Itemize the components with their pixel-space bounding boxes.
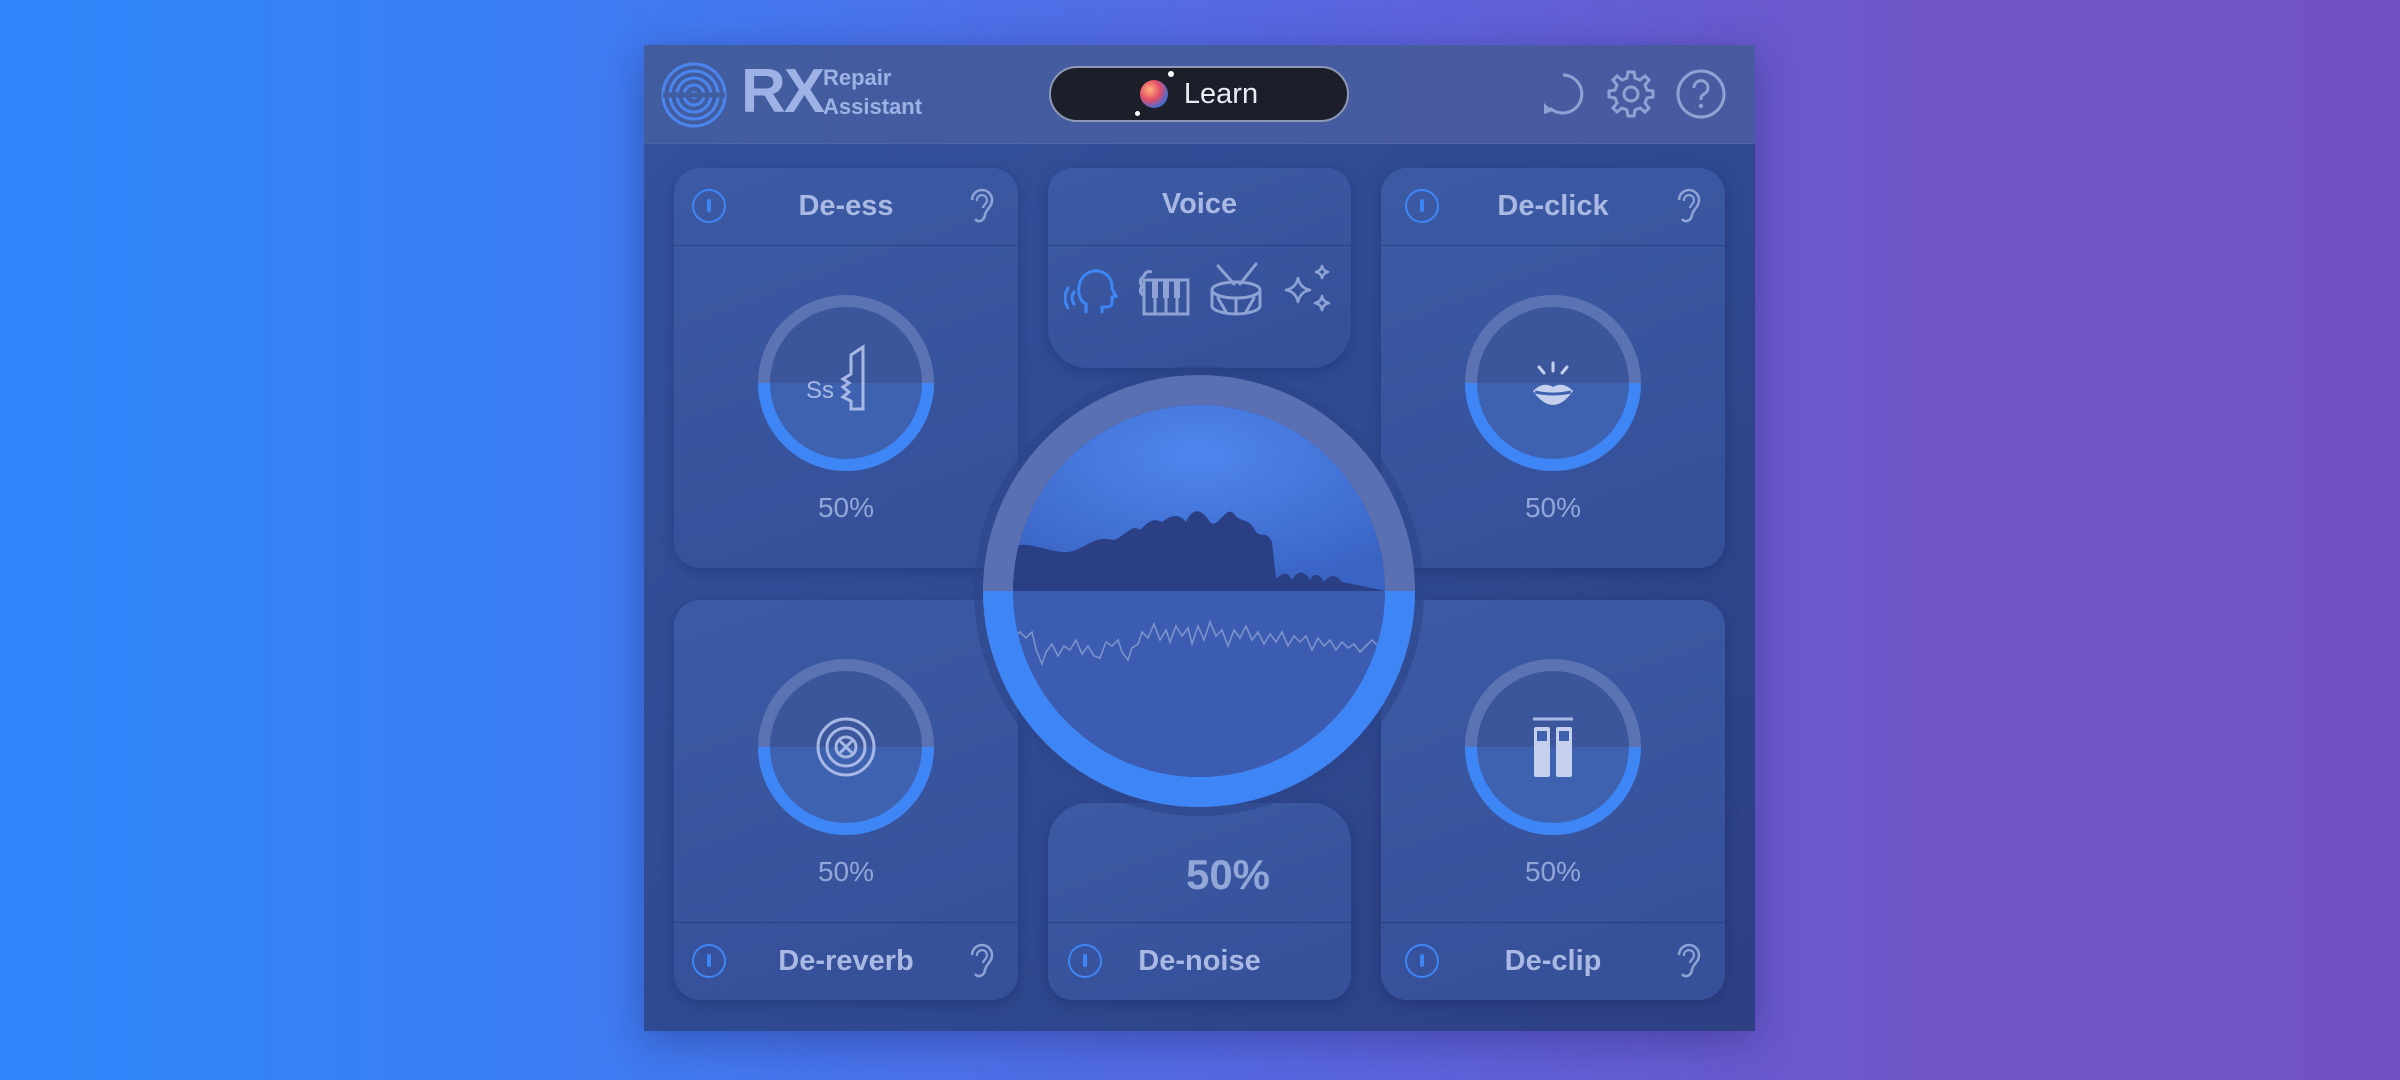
de-clip-knob[interactable] — [1463, 657, 1643, 837]
de-ess-percent: 50% — [817, 492, 875, 523]
help-icon[interactable] — [1674, 67, 1728, 121]
de-click-header: De-click — [1381, 168, 1725, 246]
de-reverb-knob[interactable] — [756, 657, 936, 837]
de-ess-knob[interactable]: Ss — [756, 293, 936, 473]
logo-rx-text: RX — [741, 57, 825, 126]
de-click-knob[interactable] — [1463, 293, 1643, 473]
de-ess-panel: De-ess Ss 50% — [674, 168, 1018, 568]
logo-subtitle-line-2: Assistant — [823, 94, 923, 119]
logo-subtitle-line-1: Repair — [823, 65, 892, 90]
gear-icon[interactable] — [1604, 67, 1658, 121]
de-click-percent: 50% — [1524, 492, 1582, 523]
de-noise-percent: 50% — [1185, 851, 1271, 898]
de-reverb-panel: 50% De-reverb — [674, 600, 1018, 1000]
de-clip-percent: 50% — [1524, 856, 1582, 887]
rx-logo-icon — [661, 62, 727, 128]
instrument-icon[interactable] — [1136, 262, 1192, 318]
de-ess-header: De-ess — [674, 168, 1018, 246]
voice-selector-panel: Voice — [1048, 168, 1351, 368]
voice-icon[interactable] — [1064, 262, 1120, 318]
de-reverb-target-icon — [816, 717, 876, 777]
de-reverb-listen-ear-icon[interactable] — [964, 941, 998, 981]
logo-subtitle: Repair Assistant — [823, 63, 983, 121]
de-noise-dial[interactable] — [972, 364, 1426, 818]
de-reverb-percent: 50% — [817, 856, 875, 887]
learn-orb-icon — [1134, 71, 1174, 116]
de-noise-title: De-noise — [1138, 945, 1261, 977]
de-clip-panel: 50% De-clip — [1381, 600, 1725, 1000]
de-noise-footer: De-noise — [1048, 922, 1351, 1000]
de-clip-footer: De-clip — [1381, 922, 1725, 1000]
de-ess-listen-ear-icon[interactable] — [964, 186, 998, 226]
top-bar: RX Repair Assistant Learn — [644, 45, 1755, 144]
undo-icon[interactable] — [1536, 67, 1590, 121]
de-reverb-footer: De-reverb — [674, 922, 1018, 1000]
sparkle-icon[interactable] — [1280, 262, 1336, 318]
de-clip-listen-ear-icon[interactable] — [1671, 941, 1705, 981]
learn-button[interactable]: Learn — [1049, 66, 1349, 122]
repair-assistant-window: RX Repair Assistant Learn De-ess Ss 50% … — [644, 45, 1755, 1031]
voice-selector-header: Voice — [1048, 168, 1351, 246]
de-noise-panel: De-noise — [1048, 803, 1351, 1000]
de-click-panel: De-click 50% — [1381, 168, 1725, 568]
svg-text:Ss: Ss — [806, 377, 834, 404]
de-click-listen-ear-icon[interactable] — [1671, 186, 1705, 226]
voice-selector-title: Voice — [1161, 188, 1238, 220]
drum-icon[interactable] — [1208, 262, 1264, 318]
learn-button-label: Learn — [1183, 77, 1259, 110]
